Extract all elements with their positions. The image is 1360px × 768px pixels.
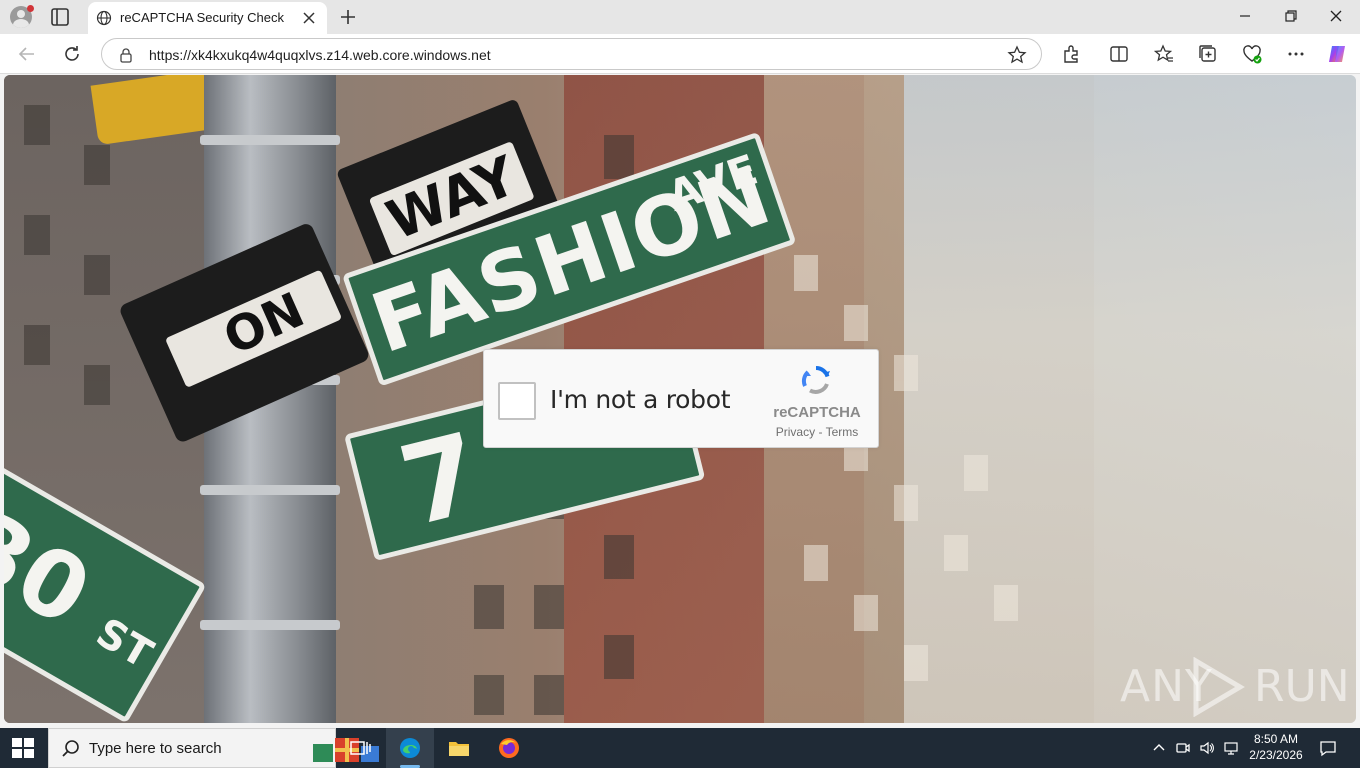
browser-essentials-icon[interactable] [1241,43,1263,65]
taskbar: Type here to search 8:50 AM 2/23/2026 [0,728,1360,768]
watermark-play-icon [1193,657,1245,717]
task-view-icon[interactable] [348,736,372,760]
page-content: WAY ON 30 ST 7 FASHION AVE I'm not a rob… [4,75,1356,723]
terms-link[interactable]: Terms [826,425,859,439]
network-icon[interactable] [1223,740,1239,756]
pole-band [200,135,340,145]
clock-time: 8:50 AM [1253,732,1299,746]
meet-now-icon[interactable] [1175,740,1191,756]
copilot-icon[interactable] [1326,43,1348,65]
privacy-link[interactable]: Privacy [776,425,815,439]
recaptcha-links: Privacy - Terms [765,425,869,439]
lock-icon[interactable] [118,47,134,63]
taskbar-clock[interactable]: 8:50 AM 2/23/2026 [1248,731,1304,763]
file-explorer-icon[interactable] [447,736,471,760]
background-sky [904,75,1356,723]
favorite-star-icon[interactable] [1007,45,1027,65]
taskbar-search-box[interactable]: Type here to search [48,728,379,768]
recaptcha-checkbox[interactable] [498,382,536,420]
pole-band [200,620,340,630]
back-icon[interactable] [16,43,38,65]
volume-icon[interactable] [1199,740,1215,756]
new-tab-icon[interactable] [338,7,358,27]
search-placeholder: Type here to search [89,740,222,757]
tab-strip: reCAPTCHA Security Check [0,0,1360,34]
browser-toolbar: https://xk4kxukq4w4quqxlvs.z14.web.core.… [0,34,1360,74]
notifications-icon[interactable] [1319,739,1337,757]
street-sign-st-text: ST [88,609,160,678]
search-icon [62,740,79,757]
favorites-icon[interactable] [1153,43,1175,65]
tab-active[interactable]: reCAPTCHA Security Check [88,2,327,34]
restore-icon[interactable] [1282,7,1300,25]
split-screen-icon[interactable] [1108,43,1130,65]
recaptcha-brand: reCAPTCHA [773,404,861,421]
one-way-left-text: ON [164,269,343,388]
street-sign-7-text: 7 [388,408,494,552]
more-icon[interactable] [1285,43,1307,65]
recaptcha-logo-icon [801,365,830,394]
show-hidden-icons-icon[interactable] [1151,740,1167,756]
minimize-icon[interactable] [1236,7,1254,25]
edge-icon[interactable] [398,736,422,760]
close-window-icon[interactable] [1327,7,1345,25]
close-tab-icon[interactable] [302,11,316,25]
address-bar[interactable]: https://xk4kxukq4w4quqxlvs.z14.web.core.… [101,38,1042,70]
refresh-icon[interactable] [61,43,83,65]
tab-actions-icon[interactable] [48,6,72,28]
notification-dot [27,5,34,12]
recaptcha-label: I'm not a robot [550,385,731,414]
extensions-icon[interactable] [1060,43,1082,65]
url-text[interactable]: https://xk4kxukq4w4quqxlvs.z14.web.core.… [149,47,491,63]
tab-title: reCAPTCHA Security Check [120,10,284,25]
pole-band [200,485,340,495]
clock-date: 2/23/2026 [1249,748,1303,762]
windows-start-icon[interactable] [12,738,34,758]
watermark-run: RUN [1254,661,1350,712]
recaptcha-widget: I'm not a robot reCAPTCHA Privacy - Term… [483,349,879,448]
collections-icon[interactable] [1197,43,1219,65]
globe-icon [96,10,112,26]
firefox-icon[interactable] [497,736,521,760]
links-separator: - [815,425,826,439]
